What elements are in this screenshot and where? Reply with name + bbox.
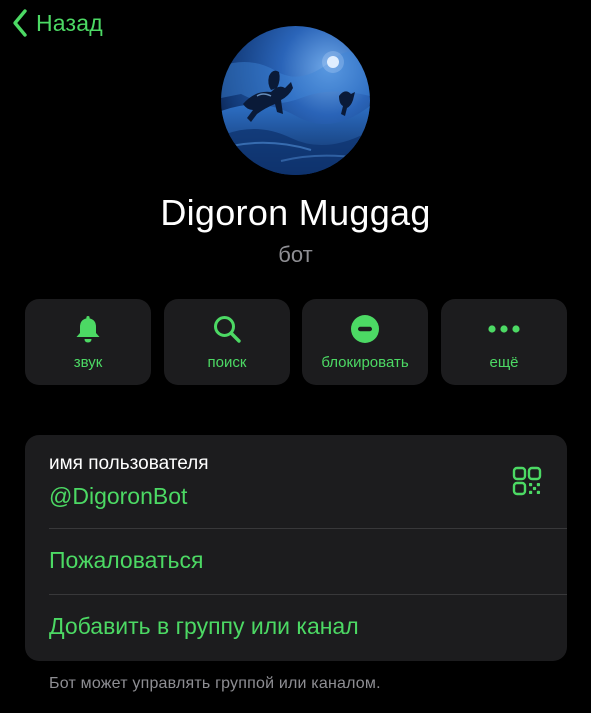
block-button[interactable]: блокировать	[302, 299, 428, 385]
avatar[interactable]	[221, 26, 370, 175]
more-dots-icon	[441, 313, 567, 345]
chevron-left-icon	[12, 8, 28, 38]
profile-subtitle: бот	[278, 242, 313, 267]
add-to-group-row[interactable]: Добавить в группу или канал	[25, 595, 567, 661]
profile-name: Digoron Muggag	[160, 192, 431, 233]
magnifier-icon	[164, 313, 290, 345]
username-row[interactable]: имя пользователя @DigoronBot	[25, 435, 567, 528]
bell-icon	[25, 313, 151, 345]
block-icon	[302, 313, 428, 345]
add-to-group-label: Добавить в группу или канал	[49, 613, 359, 639]
username-label: имя пользователя	[49, 453, 209, 474]
back-label: Назад	[36, 9, 103, 36]
search-label: поиск	[207, 354, 247, 371]
sound-label: звук	[73, 354, 103, 371]
back-button[interactable]: Назад	[12, 8, 103, 38]
report-label: Пожаловаться	[49, 547, 204, 573]
info-card: имя пользователя @DigoronBot Пожаловатьс…	[25, 435, 567, 661]
more-label: ещё	[489, 354, 519, 371]
report-row[interactable]: Пожаловаться	[25, 529, 567, 594]
sound-button[interactable]: звук	[25, 299, 151, 385]
block-label: блокировать	[321, 354, 409, 371]
search-button[interactable]: поиск	[164, 299, 290, 385]
username-value[interactable]: @DigoronBot	[49, 483, 187, 510]
footnote: Бот может управлять группой или каналом.	[49, 675, 381, 692]
qr-code-icon[interactable]	[512, 466, 542, 496]
night-rider-avatar-image	[221, 26, 370, 175]
action-bar: звук поиск блокировать ещё	[25, 299, 567, 385]
more-button[interactable]: ещё	[441, 299, 567, 385]
